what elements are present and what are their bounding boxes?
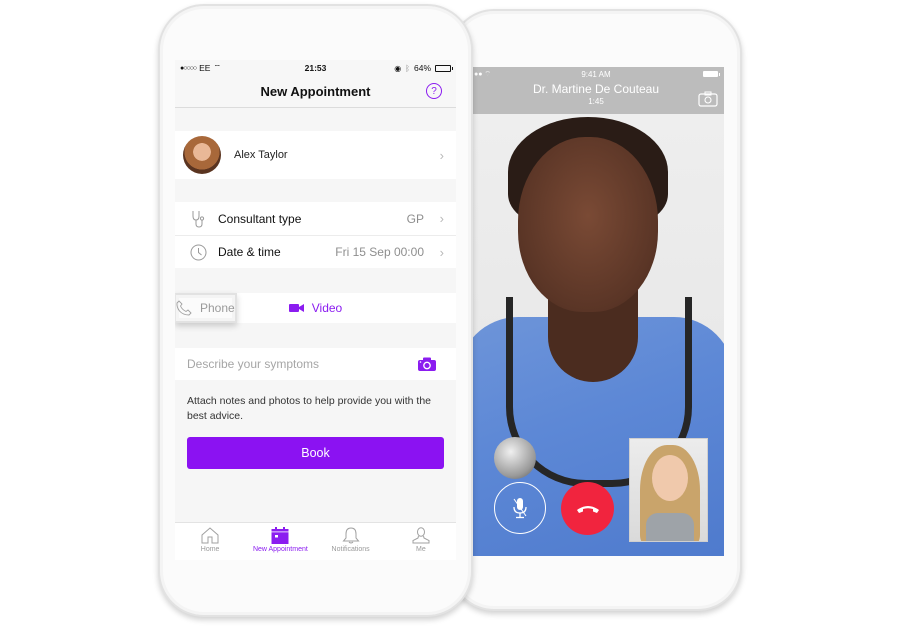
person-icon — [412, 527, 430, 544]
consultation-mode-selector: Video Phone — [175, 293, 456, 323]
status-bar: ●○○○○ EE ⌔ 21:53 ◉ ᛒ 64% — [175, 60, 456, 76]
tab-home-label: Home — [200, 546, 220, 553]
mode-phone-label: Phone — [200, 301, 235, 315]
symptoms-input[interactable] — [187, 357, 456, 371]
date-time-row[interactable]: Date & time Fri 15 Sep 00:00 › — [175, 235, 456, 268]
flip-camera-button[interactable] — [698, 91, 718, 112]
tab-me-label: Me — [416, 546, 426, 553]
profile-name: Alex Taylor — [234, 149, 288, 161]
clock-icon — [189, 243, 207, 261]
stethoscope-head — [494, 437, 536, 479]
call-status-bar: ●● ⌔ 9:41 AM — [468, 67, 724, 81]
consultant-type-row[interactable]: Consultant type GP › — [175, 202, 456, 235]
self-view-video[interactable] — [629, 438, 708, 542]
flip-camera-icon — [698, 91, 718, 107]
chevron-right-icon: › — [439, 211, 444, 226]
battery-icon — [435, 64, 453, 72]
bluetooth-icon: ᛒ — [405, 63, 410, 73]
self-face — [652, 455, 688, 501]
video-call-screen: ●● ⌔ 9:41 AM Dr. Martine De Couteau 1:45 — [468, 67, 724, 556]
phone-icon — [176, 300, 192, 316]
avatar — [183, 136, 221, 174]
date-time-value: Fri 15 Sep 00:00 — [335, 245, 424, 259]
microphone-off-icon — [513, 498, 527, 519]
consultant-type-value: GP — [406, 211, 424, 226]
hang-up-icon — [576, 505, 599, 513]
symptoms-hint: Attach notes and photos to help provide … — [187, 395, 431, 423]
end-call-button[interactable] — [561, 482, 614, 535]
tab-new-appointment-label: New Appointment — [252, 546, 308, 553]
call-header: ●● ⌔ 9:41 AM Dr. Martine De Couteau 1:45 — [468, 67, 724, 114]
tab-me[interactable]: Me — [386, 523, 456, 560]
mute-button[interactable] — [494, 482, 546, 534]
new-appointment-screen: ●○○○○ EE ⌔ 21:53 ◉ ᛒ 64% New Appointment… — [175, 60, 456, 560]
tab-new-appointment[interactable]: New Appointment — [245, 523, 315, 560]
signal-icon: ●○○○○ — [180, 64, 197, 72]
symptoms-row — [175, 348, 456, 380]
bell-icon — [342, 527, 360, 544]
status-time: 9:41 AM — [581, 69, 611, 79]
battery-icon — [703, 71, 720, 77]
doctor-face — [518, 137, 658, 312]
mode-video-label: Video — [311, 301, 343, 315]
home-icon — [201, 527, 219, 544]
help-icon: ? — [431, 85, 437, 97]
doctor-name: Dr. Martine De Couteau — [532, 82, 660, 96]
date-time-label: Date & time — [218, 245, 281, 259]
page-title: New Appointment — [260, 84, 371, 99]
consultant-type-label: Consultant type — [218, 211, 302, 226]
attach-photo-button[interactable] — [418, 357, 436, 376]
tab-home[interactable]: Home — [175, 523, 245, 560]
nav-bar: New Appointment ? — [175, 76, 456, 108]
calendar-icon — [271, 527, 289, 544]
stethoscope-icon — [189, 210, 207, 228]
mode-phone-option[interactable]: Phone — [175, 293, 237, 323]
camera-icon — [418, 357, 436, 371]
battery-percent: 64% — [413, 63, 431, 73]
tab-notifications[interactable]: Notifications — [316, 523, 386, 560]
profile-row[interactable]: Alex Taylor › — [175, 131, 456, 179]
call-duration: 1:45 — [588, 97, 604, 106]
chevron-right-icon: › — [439, 147, 444, 163]
chevron-right-icon: › — [439, 244, 444, 260]
tab-notifications-label: Notifications — [331, 546, 370, 553]
book-button[interactable]: Book — [187, 437, 444, 470]
tab-bar: Home New Appointment Notifications Me — [175, 522, 456, 560]
video-camera-icon — [288, 304, 304, 312]
self-shirt — [646, 513, 694, 541]
orientation-lock-icon: ◉ — [394, 63, 402, 73]
wifi-icon: ⌔ — [213, 63, 222, 72]
carrier: EE — [199, 63, 211, 73]
help-button[interactable]: ? — [426, 83, 442, 99]
